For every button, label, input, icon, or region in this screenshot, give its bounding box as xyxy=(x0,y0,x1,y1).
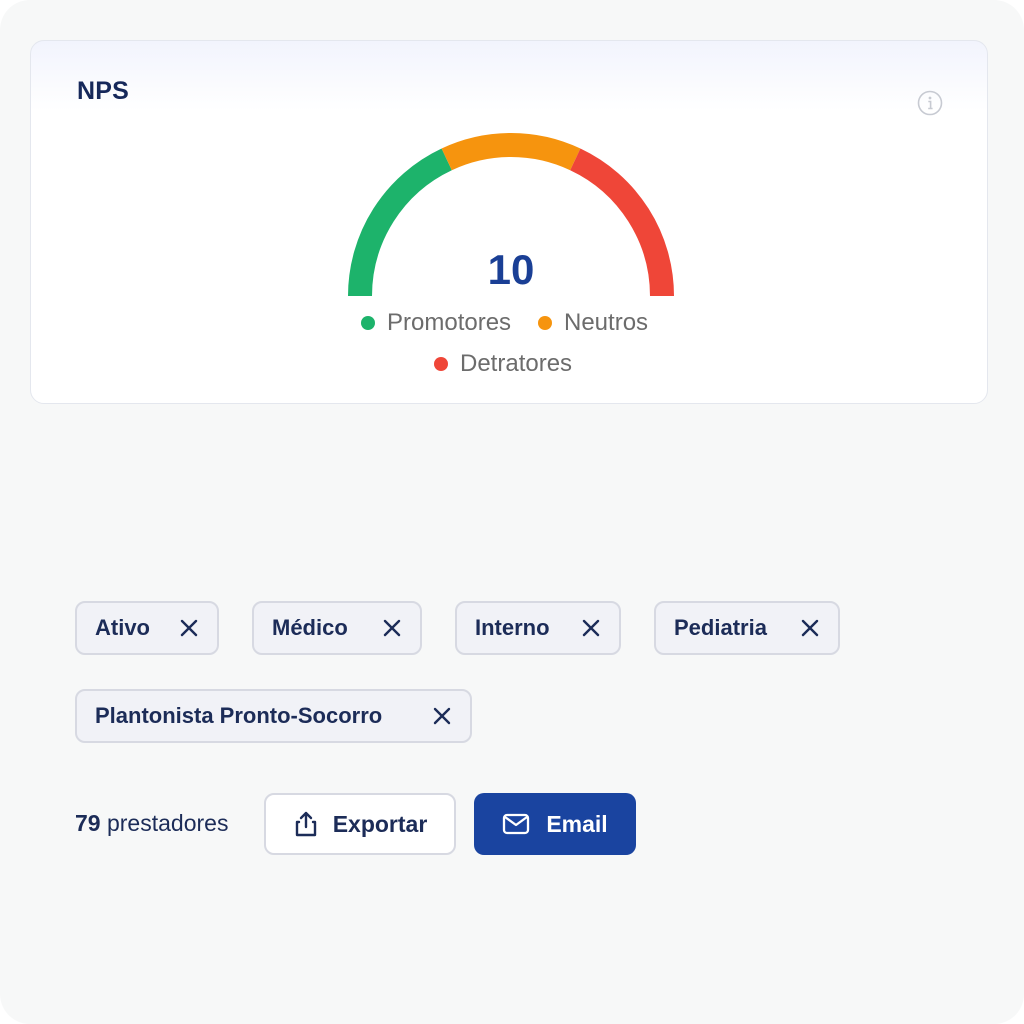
chip-label: Pediatria xyxy=(674,615,767,640)
chip-label: Médico xyxy=(272,615,348,640)
legend-item-detratores: Detratores xyxy=(434,350,572,378)
nps-score: 10 xyxy=(487,246,535,293)
filter-chip-medico[interactable]: Médico xyxy=(252,601,422,655)
share-export-icon xyxy=(295,811,316,837)
export-button[interactable]: Exportar xyxy=(264,793,456,855)
chip-label: Ativo xyxy=(95,615,150,640)
legend-dot xyxy=(538,316,552,330)
close-icon[interactable] xyxy=(432,706,452,726)
nps-card: NPS 10 Promotores Neutros Detratores xyxy=(30,40,988,404)
close-icon[interactable] xyxy=(581,618,601,638)
filter-chip-pediatria[interactable]: Pediatria xyxy=(654,601,840,655)
results-count: 79 prestadores xyxy=(75,810,228,837)
info-icon[interactable] xyxy=(917,90,943,116)
filter-chip-ativo[interactable]: Ativo xyxy=(75,601,219,655)
close-icon[interactable] xyxy=(382,618,402,638)
email-button[interactable]: Email xyxy=(474,793,636,855)
legend-dot xyxy=(361,316,375,330)
export-button-label: Exportar xyxy=(332,810,428,837)
legend-item-neutros: Neutros xyxy=(538,309,648,337)
gauge-segment-neutros xyxy=(441,133,581,171)
close-icon[interactable] xyxy=(179,618,199,638)
chip-label: Plantonista Pronto-Socorro xyxy=(95,703,383,728)
legend-label: Neutros xyxy=(564,309,649,336)
results-count-suffix: prestadores xyxy=(106,810,229,836)
filter-chip-plantonista[interactable]: Plantonista Pronto-Socorro xyxy=(75,689,472,743)
card-title: NPS xyxy=(77,77,130,105)
chip-label: Interno xyxy=(475,615,550,640)
legend-dot xyxy=(434,357,448,371)
filter-chip-interno[interactable]: Interno xyxy=(455,601,621,655)
legend-label: Detratores xyxy=(460,350,573,377)
legend-item-promotores: Promotores xyxy=(361,309,511,337)
screen-background: NPS 10 Promotores Neutros Detratores Ati… xyxy=(0,0,1024,1024)
email-button-label: Email xyxy=(546,810,608,837)
results-count-number: 79 xyxy=(75,810,101,836)
legend-label: Promotores xyxy=(387,309,512,336)
envelope-icon xyxy=(503,813,530,835)
close-icon[interactable] xyxy=(800,618,820,638)
